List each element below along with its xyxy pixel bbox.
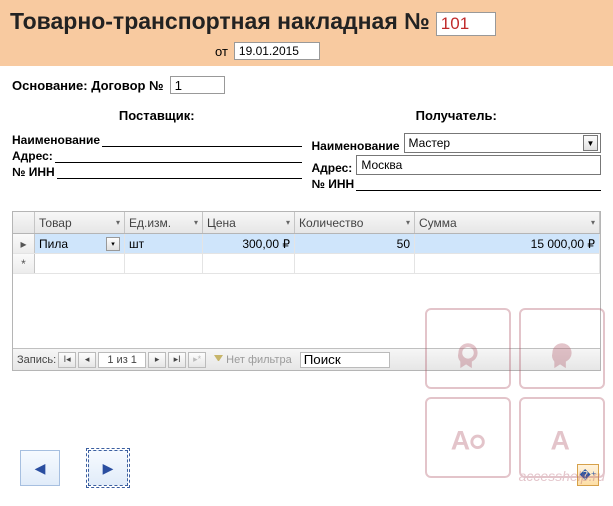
recipient-inn-label: № ИНН — [312, 177, 355, 191]
grid-header: Товар▾ Ед.изм.▾ Цена▾ Количество▾ Сумма▾ — [13, 212, 600, 234]
recipient-address-value: Москва — [361, 158, 402, 172]
chevron-down-icon: ▾ — [286, 218, 290, 227]
record-navigator: Запись: I◂ ◂ 1 из 1 ▸ ▸I ▸* Нет фильтра — [13, 348, 600, 370]
form-header: Товарно-транспортная накладная № от — [0, 0, 613, 66]
recipient-name-label: Наименование — [312, 139, 400, 153]
recipient-inn-line — [356, 177, 601, 191]
supplier-name-label: Наименование — [12, 133, 100, 147]
row-selector-header[interactable] — [13, 212, 35, 233]
supplier-address-label: Адрес: — [12, 149, 53, 163]
recipient-title: Получатель: — [312, 108, 602, 123]
recipient-name-value: Мастер — [409, 136, 451, 150]
row-marker-current[interactable]: ▸ — [13, 234, 35, 253]
items-datasheet: Товар▾ Ед.изм.▾ Цена▾ Количество▾ Сумма▾… — [12, 211, 601, 371]
close-form-button[interactable]: �⁺ — [577, 464, 599, 486]
chevron-down-icon[interactable]: ▾ — [106, 237, 120, 251]
row-marker-new[interactable]: * — [13, 254, 35, 273]
recipient-address-label: Адрес: — [312, 161, 353, 175]
recipient-block: Получатель: Наименование Мастер ▼ Адрес:… — [312, 108, 602, 193]
chevron-down-icon: ▾ — [406, 218, 410, 227]
recordnav-label: Запись: — [17, 354, 56, 366]
nav-first-button[interactable]: I◂ — [58, 352, 76, 368]
col-product[interactable]: Товар▾ — [35, 212, 125, 233]
form-prev-button[interactable]: ◀ — [20, 450, 60, 486]
cell-sum[interactable]: 15 000,00 ₽ — [415, 234, 600, 253]
funnel-icon — [214, 355, 223, 364]
supplier-inn-label: № ИНН — [12, 165, 55, 179]
supplier-inn-line — [57, 165, 302, 179]
cell-product[interactable]: Пила▾ — [35, 234, 125, 253]
search-input[interactable] — [300, 352, 390, 368]
contract-number-input[interactable] — [170, 76, 225, 94]
form-nav: ◀ ▶ — [20, 450, 128, 486]
chevron-down-icon: ▾ — [116, 218, 120, 227]
chevron-down-icon: ▾ — [194, 218, 198, 227]
supplier-title: Поставщик: — [12, 108, 302, 123]
col-sum[interactable]: Сумма▾ — [415, 212, 600, 233]
nav-next-button[interactable]: ▸ — [148, 352, 166, 368]
form-next-button[interactable]: ▶ — [88, 450, 128, 486]
col-unit[interactable]: Ед.изм.▾ — [125, 212, 203, 233]
cell-price[interactable]: 300,00 ₽ — [203, 234, 295, 253]
cell-qty[interactable]: 50 — [295, 234, 415, 253]
col-price[interactable]: Цена▾ — [203, 212, 295, 233]
svg-text:A: A — [551, 425, 570, 455]
supplier-block: Поставщик: Наименование Адрес: № ИНН — [12, 108, 302, 193]
date-label: от — [215, 44, 228, 59]
basis-label: Основание: Договор № — [12, 78, 164, 93]
nav-last-button[interactable]: ▸I — [168, 352, 186, 368]
chevron-down-icon[interactable]: ▼ — [583, 135, 598, 151]
nav-new-button[interactable]: ▸* — [188, 352, 206, 368]
chevron-down-icon: ▾ — [591, 218, 595, 227]
invoice-number-input[interactable] — [436, 12, 496, 36]
date-input[interactable] — [234, 42, 320, 60]
basis-row: Основание: Договор № — [12, 76, 601, 94]
cell-unit[interactable]: шт — [125, 234, 203, 253]
supplier-name-line — [102, 133, 301, 147]
recipient-name-combo[interactable]: Мастер ▼ — [404, 133, 601, 153]
form-title: Товарно-транспортная накладная № — [10, 8, 430, 35]
svg-text:A: A — [451, 425, 470, 455]
col-qty[interactable]: Количество▾ — [295, 212, 415, 233]
supplier-address-line — [55, 149, 302, 163]
recipient-address-input[interactable]: Москва — [356, 155, 601, 175]
record-position: 1 из 1 — [98, 352, 146, 368]
nav-prev-button[interactable]: ◂ — [78, 352, 96, 368]
nofilter-indicator[interactable]: Нет фильтра — [214, 354, 292, 366]
table-row[interactable]: ▸ Пила▾ шт 300,00 ₽ 50 15 000,00 ₽ — [13, 234, 600, 254]
table-row-new[interactable]: * — [13, 254, 600, 274]
